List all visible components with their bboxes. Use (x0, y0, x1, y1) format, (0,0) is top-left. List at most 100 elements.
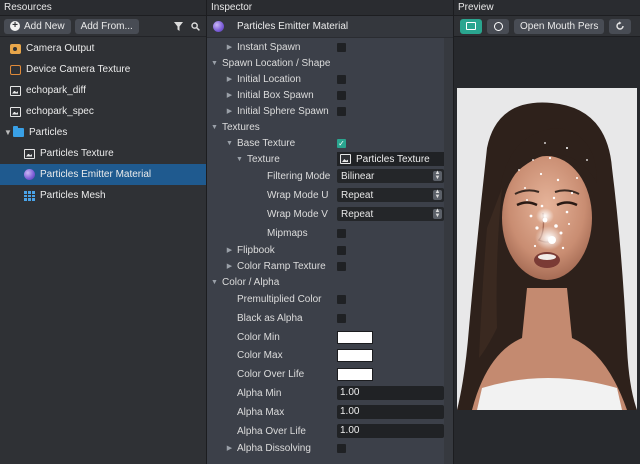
property-checkbox[interactable] (337, 294, 346, 304)
expand-arrow-icon[interactable]: ▶ (225, 107, 234, 115)
folder-icon (13, 126, 24, 137)
property-label: Alpha Over Life (237, 425, 306, 437)
select-value: Repeat (341, 189, 374, 201)
property-checkbox[interactable] (337, 42, 346, 52)
color-swatch[interactable] (337, 348, 373, 362)
property-label: Initial Location (237, 73, 301, 85)
expand-arrow-icon[interactable]: ▶ (225, 91, 234, 99)
property-label: Alpha Max (237, 406, 285, 418)
expand-arrow-icon[interactable]: ▶ (225, 262, 234, 270)
number-field[interactable]: 1.00 (337, 424, 444, 438)
resource-item[interactable]: echopark_spec (0, 101, 206, 122)
resource-item-label: echopark_spec (26, 106, 94, 117)
resource-item[interactable]: echopark_diff (0, 80, 206, 101)
property-select[interactable]: Bilinear ▲ ▼ (337, 169, 444, 183)
add-new-label: Add New (24, 20, 65, 32)
color-swatch[interactable] (337, 367, 373, 381)
add-new-button[interactable]: + Add New (4, 18, 71, 34)
open-video-button[interactable]: Open Mouth Pers (514, 18, 605, 34)
camera-output-icon (10, 43, 21, 54)
expand-arrow-icon[interactable]: ▶ (225, 246, 234, 254)
property-checkbox[interactable] (337, 90, 346, 100)
material-ball-icon (24, 169, 35, 180)
image-icon (24, 148, 35, 159)
expand-arrow-icon[interactable]: ▼ (3, 128, 13, 137)
resource-item[interactable]: Particles Emitter Material (0, 164, 206, 185)
property-checkbox[interactable] (337, 106, 346, 116)
property-label: Color Min (237, 331, 280, 343)
expand-arrow-icon[interactable]: ▶ (225, 75, 234, 83)
select-stepper-icon: ▲ ▼ (433, 170, 442, 181)
device-icon (466, 22, 476, 30)
property-label: Base Texture (237, 137, 296, 149)
number-field[interactable]: 1.00 (337, 386, 444, 400)
property-checkbox[interactable] (337, 228, 346, 238)
resources-title: Resources (0, 0, 206, 16)
property-label: Filtering Mode (267, 170, 331, 182)
property-label: Wrap Mode V (267, 208, 328, 220)
add-from-button[interactable]: Add From... (74, 18, 139, 34)
resource-item[interactable]: Device Camera Texture (0, 59, 206, 80)
restart-button[interactable] (609, 18, 632, 34)
search-icon[interactable] (191, 21, 200, 31)
resource-item-label: Device Camera Texture (26, 64, 131, 75)
property-row: ▼ Base Texture ✓ (207, 135, 453, 151)
resource-item-label: Particles Texture (40, 148, 114, 159)
select-value: Repeat (341, 208, 374, 220)
expand-arrow-icon[interactable]: ▶ (225, 444, 234, 452)
material-ball-icon (213, 21, 224, 32)
face-preview-image (457, 88, 637, 410)
expand-arrow-icon[interactable]: ▼ (235, 156, 244, 163)
property-label: Wrap Mode U (267, 189, 329, 201)
property-select[interactable]: Repeat ▲ ▼ (337, 188, 444, 202)
property-row: Wrap Mode V Repeat ▲ ▼ (207, 206, 453, 222)
expand-arrow-icon[interactable]: ▼ (210, 279, 219, 286)
property-row: Alpha Min 1.00 (207, 385, 453, 401)
expand-arrow-icon[interactable]: ▼ (210, 124, 219, 131)
property-row: ▼ Color / Alpha (207, 274, 453, 290)
expand-arrow-icon[interactable]: ▶ (225, 43, 234, 51)
property-label: Texture (247, 153, 280, 165)
property-label: Mipmaps (267, 227, 308, 239)
preview-viewport[interactable] (457, 88, 637, 410)
inspector-object-name: Particles Emitter Material (237, 21, 349, 32)
property-row: ▶ Initial Box Spawn (207, 87, 453, 103)
property-label: Initial Sphere Spawn (237, 105, 329, 117)
preview-panel: Preview Open Mouth Pers (454, 0, 640, 464)
filter-icon[interactable] (174, 21, 183, 31)
property-label: Textures (222, 121, 260, 133)
color-swatch[interactable] (337, 330, 373, 344)
select-value: Bilinear (341, 170, 375, 182)
property-row: Alpha Over Life 1.00 (207, 423, 453, 439)
property-label: Alpha Min (237, 387, 282, 399)
device-camera-icon (10, 64, 21, 75)
expand-arrow-icon[interactable]: ▼ (210, 60, 219, 67)
resource-item-label: Particles (29, 127, 68, 138)
property-checkbox[interactable] (337, 313, 346, 323)
webcam-button[interactable] (487, 18, 509, 34)
expand-arrow-icon[interactable]: ▼ (225, 140, 234, 147)
restart-icon (616, 21, 625, 30)
property-checkbox[interactable]: ✓ (337, 138, 346, 148)
simulator-toggle-button[interactable] (460, 18, 482, 34)
resource-item[interactable]: Particles Mesh (0, 185, 206, 206)
property-checkbox[interactable] (337, 261, 346, 271)
resource-item[interactable]: ▼ Particles (0, 122, 206, 143)
texture-picker[interactable]: Particles Texture (337, 152, 444, 166)
resource-item[interactable]: Particles Texture (0, 143, 206, 164)
resources-toolbar: + Add New Add From... (0, 16, 206, 37)
property-row: Color Max (207, 347, 453, 363)
property-checkbox[interactable] (337, 245, 346, 255)
number-field[interactable]: 1.00 (337, 405, 444, 419)
property-checkbox[interactable] (337, 74, 346, 84)
inspector-object-header: Particles Emitter Material (207, 16, 453, 38)
property-row: ▶ Instant Spawn (207, 39, 453, 55)
property-label: Color Over Life (237, 368, 305, 380)
property-select[interactable]: Repeat ▲ ▼ (337, 207, 444, 221)
property-checkbox[interactable] (337, 443, 346, 453)
select-stepper-icon: ▲ ▼ (433, 208, 442, 219)
property-label: Color Ramp Texture (237, 260, 326, 272)
resource-item[interactable]: Camera Output (0, 38, 206, 59)
property-label: Black as Alpha (237, 312, 303, 324)
property-row: ▼ Spawn Location / Shape (207, 55, 453, 71)
